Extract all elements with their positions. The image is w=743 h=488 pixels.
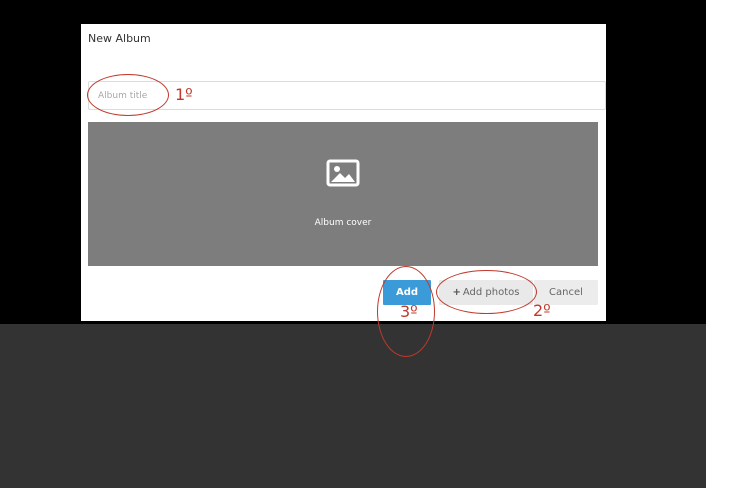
album-cover-label: Album cover — [314, 218, 372, 228]
page-background-overlay — [0, 324, 706, 488]
album-cover-dropzone[interactable]: Album cover — [88, 122, 598, 266]
add-photos-label: Add photos — [462, 287, 520, 298]
new-album-dialog: New Album Album cover Add +Add photos Ca… — [81, 24, 606, 321]
image-icon — [326, 159, 360, 187]
plus-icon: + — [452, 287, 461, 298]
cancel-button[interactable]: Cancel — [534, 280, 598, 305]
dialog-title: New Album — [88, 32, 151, 45]
add-photos-button[interactable]: + Add photos — [439, 280, 533, 305]
album-title-input[interactable] — [88, 81, 606, 110]
add-button[interactable]: Add — [383, 280, 431, 305]
